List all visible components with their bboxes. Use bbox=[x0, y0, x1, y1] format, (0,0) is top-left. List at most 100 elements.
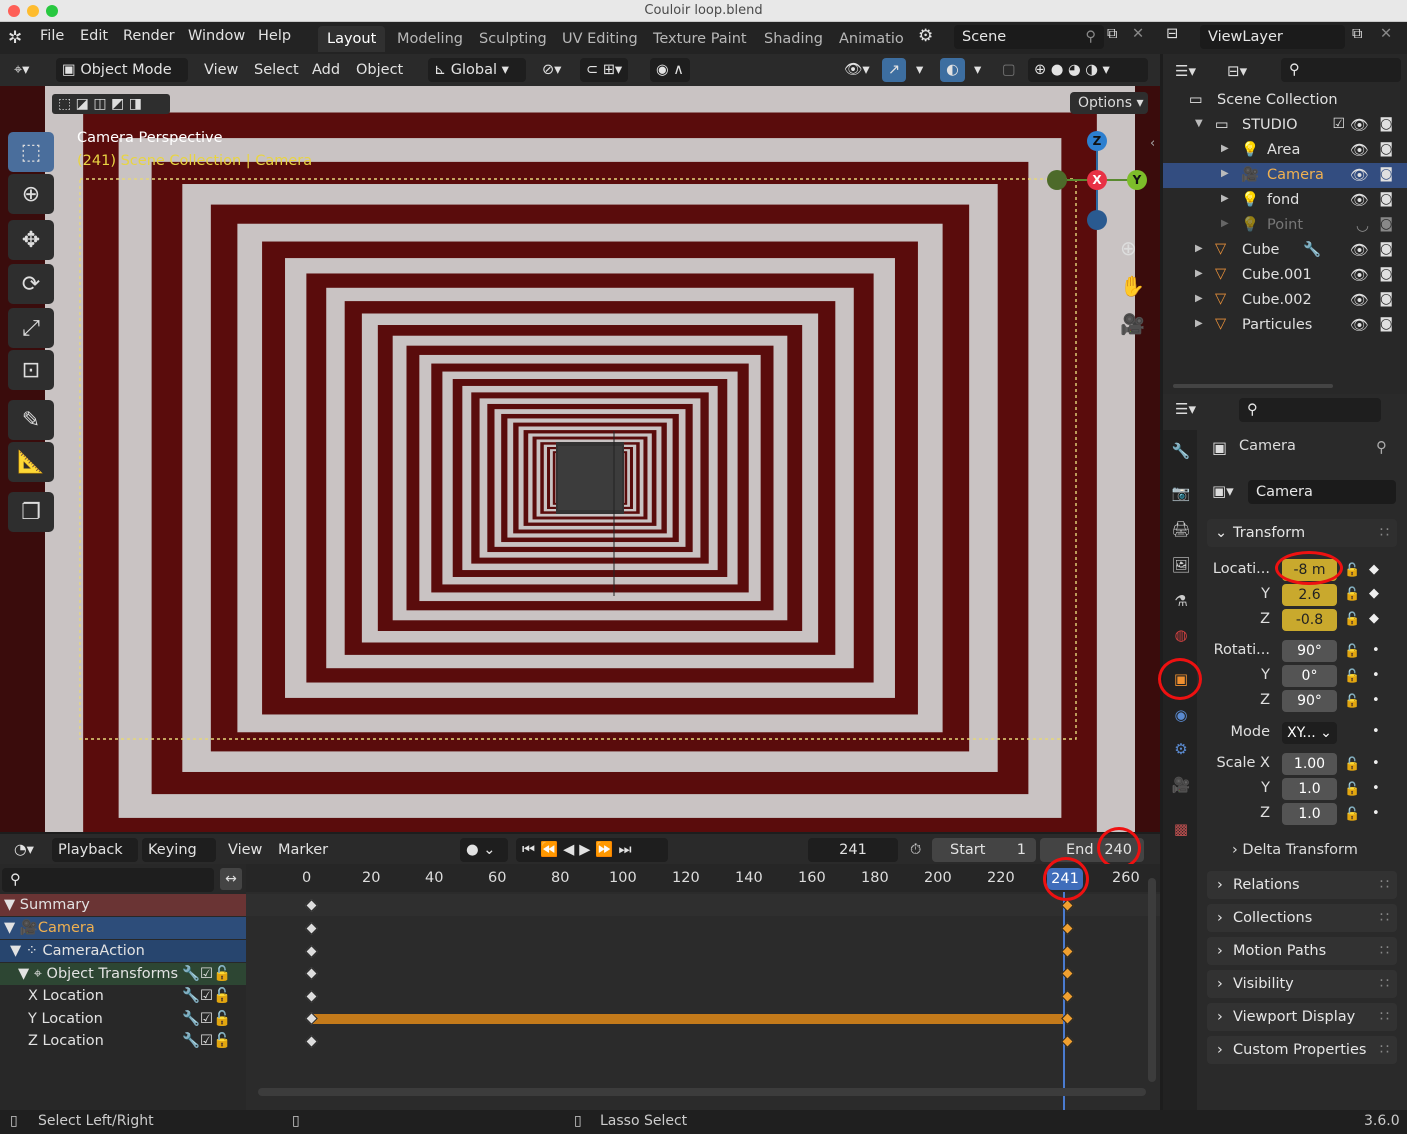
pin-icon[interactable]: ⚲ bbox=[1376, 438, 1387, 456]
lock-icon[interactable]: 🔓 bbox=[1344, 807, 1360, 822]
scene-icon[interactable]: ⚙ bbox=[918, 26, 933, 46]
camera-icon[interactable]: ◙ bbox=[1379, 216, 1393, 232]
expand-arrow-icon[interactable]: ▼ bbox=[0, 943, 21, 959]
proportional-edit-icon[interactable]: ◉ ∧ bbox=[650, 58, 690, 82]
new-scene-icon[interactable]: ⧉ bbox=[1107, 26, 1117, 42]
keyframe-dot-icon[interactable]: • bbox=[1372, 693, 1380, 708]
measure-tool-icon[interactable]: 📐 bbox=[8, 442, 54, 482]
keyframe-diamond[interactable] bbox=[305, 922, 318, 935]
modifier-wrench-icon[interactable]: 🔧☑🔓 bbox=[182, 1030, 231, 1052]
eye-icon[interactable]: 👁 bbox=[1350, 266, 1369, 284]
rotation-mode-dropdown[interactable]: XY... ⌄ bbox=[1282, 722, 1337, 744]
lock-icon[interactable]: 🔓 bbox=[1344, 587, 1360, 602]
collections-panel[interactable]: › Collections ∷ bbox=[1207, 904, 1397, 932]
scale-z-field[interactable]: 1.0 bbox=[1282, 803, 1337, 825]
modifier-wrench-icon[interactable]: 🔧☑🔓 bbox=[182, 963, 231, 985]
swap-icon[interactable]: ↔ bbox=[220, 868, 242, 890]
preview-range-icon[interactable]: ⏱ bbox=[904, 838, 927, 862]
drag-handle-icon[interactable]: ∷ bbox=[1380, 871, 1389, 899]
expand-arrow-icon[interactable]: ▼ bbox=[0, 966, 29, 982]
menu-view[interactable]: View bbox=[198, 58, 244, 82]
eye-icon[interactable]: 👁 bbox=[1350, 241, 1369, 259]
tab-texture-paint[interactable]: Texture Paint bbox=[644, 26, 756, 52]
outliner-row-scene-collection[interactable]: ▭ Scene Collection bbox=[1163, 88, 1407, 113]
eye-icon[interactable]: 👁 bbox=[1350, 166, 1369, 184]
dopesheet-area[interactable]: 0 20 40 60 80 100 120 140 160 180 200 22… bbox=[246, 864, 1160, 1110]
custom-properties-panel[interactable]: › Custom Properties ∷ bbox=[1207, 1036, 1397, 1064]
gizmo-toggle-icon[interactable]: ↗ bbox=[882, 58, 907, 82]
outliner-row-cube[interactable]: ▶ ▽ Cube 🔧 👁 ◙ bbox=[1163, 238, 1407, 263]
cursor-tool-icon[interactable]: ⊕ bbox=[8, 174, 54, 214]
marker-menu[interactable]: Marker bbox=[272, 838, 334, 862]
delete-viewlayer-icon[interactable]: ✕ bbox=[1380, 26, 1392, 42]
close-window-button[interactable] bbox=[8, 5, 20, 17]
expand-arrow-icon[interactable]: ▶ bbox=[1221, 193, 1229, 204]
scale-x-field[interactable]: 1.00 bbox=[1282, 753, 1337, 775]
outliner-row-area[interactable]: ▶ 💡 Area 👁 ◙ bbox=[1163, 138, 1407, 163]
render-tab-icon[interactable]: 📷 bbox=[1171, 484, 1191, 504]
menu-object[interactable]: Object bbox=[350, 58, 409, 82]
viewlayer-selector[interactable]: ViewLayer bbox=[1200, 25, 1345, 49]
drag-handle-icon[interactable]: ∷ bbox=[1380, 937, 1389, 965]
object-data-icon[interactable]: ▣▾ bbox=[1212, 482, 1234, 500]
rotate-tool-icon[interactable]: ⟳ bbox=[8, 264, 54, 304]
drag-handle-icon[interactable]: ∷ bbox=[1380, 1036, 1389, 1064]
rotation-y-field[interactable]: 0° bbox=[1282, 665, 1337, 687]
menu-render[interactable]: Render bbox=[123, 28, 175, 44]
motion-paths-panel[interactable]: › Motion Paths ∷ bbox=[1207, 937, 1397, 965]
playback-controls[interactable]: ⏮⏪◀▶⏩⏭ bbox=[516, 838, 668, 862]
keyframe-diamond-icon[interactable]: ◆ bbox=[1369, 586, 1379, 601]
camera-icon[interactable]: ◙ bbox=[1379, 116, 1393, 132]
checkbox-icon[interactable]: ☑ bbox=[1332, 116, 1345, 132]
keyframe-diamond[interactable] bbox=[305, 990, 318, 1003]
tab-sculpting[interactable]: Sculpting bbox=[470, 26, 556, 52]
keying-dropdown[interactable]: Keying ⌄ bbox=[142, 838, 216, 882]
keyframe-diamond[interactable] bbox=[305, 945, 318, 958]
keyframe-dot-icon[interactable]: • bbox=[1372, 806, 1380, 821]
view-layer-tab-icon[interactable]: 🖼 bbox=[1171, 556, 1191, 576]
scale-y-field[interactable]: 1.0 bbox=[1282, 778, 1337, 800]
tab-animation[interactable]: Animation bbox=[830, 26, 904, 52]
gizmo-neg-z-button[interactable] bbox=[1087, 210, 1107, 230]
menu-help[interactable]: Help bbox=[258, 28, 291, 44]
outliner-row-studio[interactable]: ▼ ▭ STUDIO ☑ 👁 ◙ bbox=[1163, 113, 1407, 138]
expand-arrow-icon[interactable]: ▶ bbox=[1221, 218, 1229, 229]
playback-dropdown[interactable]: Playback ⌄ bbox=[52, 838, 138, 882]
lock-icon[interactable]: 🔓 bbox=[1344, 644, 1360, 659]
selection-mode-buttons[interactable]: ⬚ ◪ ◫ ◩ ◨ bbox=[52, 94, 170, 114]
drag-handle-icon[interactable]: ∷ bbox=[1380, 1003, 1389, 1031]
eye-icon[interactable]: 👁 bbox=[1350, 116, 1369, 134]
pivot-icon[interactable]: ⊘▾ bbox=[536, 58, 567, 82]
expand-arrow-icon[interactable]: ▼ bbox=[1195, 118, 1203, 129]
pan-hand-icon[interactable]: ✋ bbox=[1120, 274, 1145, 298]
channel-search-input[interactable]: ⚲ bbox=[2, 868, 214, 892]
gizmo-x-button[interactable]: X bbox=[1087, 170, 1107, 190]
annotate-tool-icon[interactable]: ✎ bbox=[8, 400, 54, 440]
drag-handle-icon[interactable]: ∷ bbox=[1380, 519, 1389, 547]
menu-select[interactable]: Select bbox=[248, 58, 305, 82]
keyframe-diamond-icon[interactable]: ◆ bbox=[1369, 611, 1379, 626]
zoom-window-button[interactable] bbox=[46, 5, 58, 17]
camera-icon[interactable]: ◙ bbox=[1379, 241, 1393, 257]
snap-icon[interactable]: ⊂ ⊞▾ bbox=[580, 58, 629, 82]
keyframe-dot-icon[interactable]: • bbox=[1372, 668, 1380, 683]
display-mode-icon[interactable]: ⊟▾ bbox=[1227, 62, 1247, 80]
location-z-field[interactable]: -0.8 bbox=[1282, 609, 1337, 631]
add-cube-tool-icon[interactable]: ❐ bbox=[8, 492, 54, 532]
tool-tab-icon[interactable]: 🔧 bbox=[1171, 442, 1191, 462]
menu-file[interactable]: File bbox=[40, 28, 64, 44]
location-y-field[interactable]: 2.6 bbox=[1282, 584, 1337, 606]
timeline-vscrollbar[interactable] bbox=[1148, 878, 1156, 1082]
outliner-row-cube-002[interactable]: ▶ ▽ Cube.002 👁 ◙ bbox=[1163, 288, 1407, 313]
object-name-field[interactable]: Camera bbox=[1248, 480, 1396, 504]
lock-icon[interactable]: 🔓 bbox=[1344, 694, 1360, 709]
transform-tool-icon[interactable]: ⊡ bbox=[8, 350, 54, 390]
eye-icon[interactable]: 👁 bbox=[1350, 291, 1369, 309]
keyframe-dot-icon[interactable]: • bbox=[1372, 756, 1380, 771]
select-tool-icon[interactable]: ⬚ bbox=[8, 132, 54, 172]
mode-dropdown[interactable]: ▣ Object Mode ▾ bbox=[56, 58, 188, 102]
rotation-x-field[interactable]: 90° bbox=[1282, 640, 1337, 662]
3d-viewport[interactable]: ⬚ ⊕ ✥ ⟳ ⤢ ⊡ ✎ 📐 ❐ ⬚ ◪ ◫ ◩ ◨ Options ▾ Ca… bbox=[0, 86, 1160, 832]
physics-tab-icon[interactable]: ⚙ bbox=[1171, 740, 1191, 760]
gizmo-dropdown-icon[interactable]: ▾ bbox=[910, 58, 929, 82]
